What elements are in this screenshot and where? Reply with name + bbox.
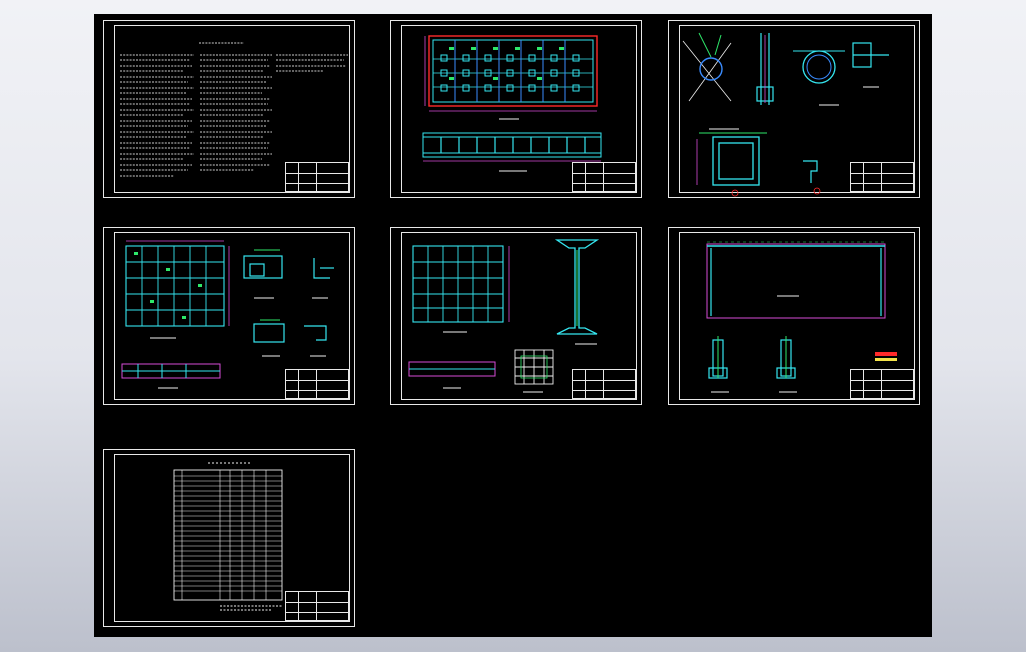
drawing-sheet-plan-section[interactable] (390, 20, 642, 198)
drawing-sheet-details[interactable] (668, 20, 920, 198)
title-block (850, 369, 914, 399)
drawing-sheet-notes[interactable] (103, 20, 355, 198)
title-block (285, 591, 349, 621)
drawing-canvas[interactable] (94, 14, 932, 637)
title-block (850, 162, 914, 192)
drawing-sheet-schedule[interactable] (103, 449, 355, 627)
title-block (285, 369, 349, 399)
title-block (572, 162, 636, 192)
drawing-sheet-elevation[interactable] (668, 227, 920, 405)
title-block (285, 162, 349, 192)
drawing-sheet-column[interactable] (390, 227, 642, 405)
drawing-sheet-grid-plan[interactable] (103, 227, 355, 405)
title-block (572, 369, 636, 399)
